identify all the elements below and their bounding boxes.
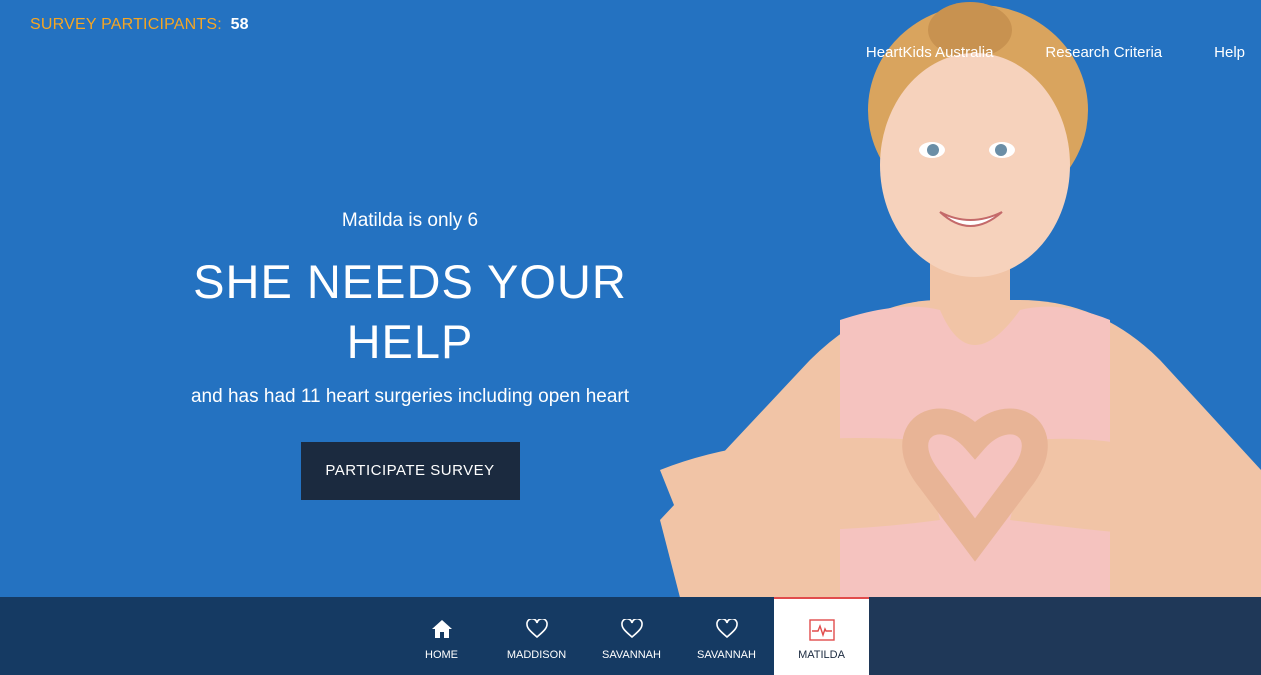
survey-participants-counter: SURVEY PARTICIPANTS: 58 — [30, 16, 249, 34]
hero-kicker: Matilda is only 6 — [341, 210, 479, 231]
nav-link-heartkids[interactable]: HeartKids Australia — [866, 44, 994, 61]
participants-count: 58 — [230, 16, 249, 33]
heart-outline-icon — [679, 617, 774, 641]
hero-subline: and has had 11 heart surgeries including… — [190, 386, 629, 407]
headline-line-1: SHE NEEDS YOUR — [193, 255, 627, 308]
home-icon — [394, 619, 489, 641]
tab-label: MADDISON — [506, 649, 567, 661]
tab-label: SAVANNAH — [697, 649, 756, 661]
tab-savannah-1[interactable]: SAVANNAH — [584, 597, 679, 675]
nav-link-help[interactable]: Help — [1214, 44, 1245, 61]
tab-list: HOME MADDISON SAVANNAH SAVANNAH MATILDA — [394, 597, 869, 675]
nav-link-research-criteria[interactable]: Research Criteria — [1045, 44, 1162, 61]
heartbeat-monitor-icon — [774, 619, 869, 641]
tab-maddison[interactable]: MADDISON — [489, 597, 584, 675]
tab-home[interactable]: HOME — [394, 597, 489, 675]
tab-savannah-2[interactable]: SAVANNAH — [679, 597, 774, 675]
bottom-tab-bar: HOME MADDISON SAVANNAH SAVANNAH MATILDA — [0, 597, 1261, 675]
hero-headline: SHE NEEDS YOUR HELP — [160, 252, 660, 372]
tab-matilda[interactable]: MATILDA — [774, 597, 869, 675]
heart-outline-icon — [489, 617, 584, 641]
tab-label: SAVANNAH — [602, 649, 661, 661]
participants-label: SURVEY PARTICIPANTS: — [30, 16, 222, 33]
hero-photo-girl-heart-hands — [640, 0, 1261, 675]
bar-photo-overlay — [869, 597, 1261, 675]
headline-line-2: HELP — [346, 315, 474, 368]
tab-label: MATILDA — [798, 649, 845, 661]
participate-survey-button[interactable]: PARTICIPATE SURVEY — [300, 442, 520, 500]
heart-outline-icon — [584, 617, 679, 641]
tab-label: HOME — [425, 649, 458, 661]
top-navigation: HeartKids Australia Research Criteria He… — [866, 44, 1245, 61]
hero-section: Matilda is only 6 SHE NEEDS YOUR HELP an… — [160, 210, 660, 500]
